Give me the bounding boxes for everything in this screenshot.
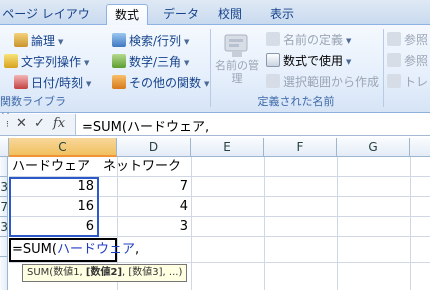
name-manager-icon (222, 31, 252, 59)
cell-edit-text[interactable]: =SUM(ハードウェア, (12, 242, 139, 258)
use-in-formula-icon (266, 53, 280, 67)
math-book-icon (112, 54, 126, 68)
defined-names-group-label: 定義された名前 (257, 95, 335, 108)
referenced-range-highlight (9, 177, 99, 237)
remove-arrows-label: トレ (404, 75, 429, 89)
text-label: 文字列操作 (21, 55, 82, 69)
trace-precedents-icon (387, 32, 401, 46)
ribbon-tab-bar: ページ レイアウト 数式 データ 校閲 表示 (0, 0, 430, 41)
more-functions-label: その他の関数 (129, 76, 202, 90)
more-functions-book-icon (112, 75, 126, 89)
chevron-down-icon: ▼ (346, 58, 352, 66)
column-header-e[interactable]: E (191, 138, 264, 157)
chevron-down-icon: ▼ (58, 38, 64, 46)
tooltip-function: SUM(数値1, (27, 267, 86, 278)
formula-prefix: =SUM( (12, 242, 57, 257)
name-manager-label: 名前の管理 (215, 59, 259, 85)
function-library-group-label: 関数ライブラリ (0, 95, 66, 124)
trace-dependents-icon (387, 53, 401, 67)
cell-d-header[interactable]: ネットワーク (100, 157, 210, 177)
date-book-icon (14, 75, 28, 89)
logic-book-icon (14, 33, 28, 47)
row-header[interactable] (0, 157, 8, 177)
datetime-functions-button[interactable]: 日付/時刻 ▼ (14, 73, 91, 93)
create-from-selection-icon (266, 74, 280, 88)
name-manager-button[interactable]: 名前の管理 (213, 31, 261, 93)
tab-review[interactable]: 校閲 (214, 4, 246, 25)
trace-dependents-label: 参照 (404, 54, 429, 68)
column-headers: C D E F G (0, 138, 430, 157)
chevron-down-icon: ▼ (204, 80, 210, 88)
tab-page-layout[interactable]: ページ レイアウト (0, 4, 92, 41)
use-in-formula-button[interactable]: 数式で使用 ▼ (266, 51, 351, 71)
logical-label: 論理 (31, 34, 56, 48)
text-functions-button[interactable]: 文字列操作 ▼ (4, 52, 89, 72)
insert-function-icon[interactable]: fx (53, 116, 65, 131)
define-name-label: 名前の定義 (283, 33, 344, 47)
tab-view[interactable]: 表示 (266, 4, 298, 25)
tooltip-current-argument: [数値2] (85, 267, 123, 278)
column-header-g[interactable]: G (337, 138, 410, 157)
name-box-dropdown-icon[interactable]: ⁝ (6, 120, 9, 130)
chevron-down-icon: ▼ (86, 80, 92, 88)
lookup-functions-button[interactable]: 検索/行列 ▼ (112, 31, 189, 51)
ribbon-panel: 論理 ▼ 検索/行列 ▼ 文字列操作 ▼ 数学/三角 ▼ 日付/時刻 ▼ その他の関数 ▼ … (0, 25, 430, 124)
row-headers: 3 7 3 (0, 157, 8, 290)
select-all-corner[interactable] (0, 138, 9, 157)
enter-icon[interactable]: ✓ (34, 116, 45, 131)
formula-input[interactable]: =SUM(ハードウェア, (82, 116, 209, 135)
remove-arrows-button[interactable]: トレ (387, 72, 428, 92)
more-functions-button[interactable]: その他の関数 ▼ (112, 73, 209, 93)
formula-suffix: , (134, 242, 140, 257)
remove-arrows-icon (387, 74, 401, 88)
lookup-label: 検索/行列 (129, 34, 182, 48)
row-header[interactable]: 3 (0, 217, 8, 237)
define-name-icon (266, 32, 280, 46)
function-argument-tooltip[interactable]: SUM(数値1, [数値2], [数値3], ...) (22, 264, 188, 282)
row-header[interactable]: 7 (0, 197, 8, 217)
tooltip-rest: , [数値3], ...) (122, 267, 183, 278)
cell-d-value[interactable]: 7 (117, 177, 191, 197)
tab-formulas[interactable]: 数式 (106, 4, 148, 26)
create-from-selection-button[interactable]: 選択範囲から作成 (266, 72, 379, 92)
group-separator (383, 29, 384, 107)
formula-bar: ⁝ ✕ ✓ fx =SUM(ハードウェア, (0, 114, 430, 136)
chevron-down-icon: ▼ (184, 59, 190, 67)
cell-d-value[interactable]: 3 (117, 217, 191, 237)
formula-bar-buttons: ⁝ ✕ ✓ fx (0, 114, 76, 135)
cancel-icon[interactable]: ✕ (16, 116, 27, 131)
define-name-button[interactable]: 名前の定義 ▼ (266, 30, 351, 50)
tab-data[interactable]: データ (160, 4, 202, 25)
lookup-book-icon (112, 33, 126, 47)
column-header-f[interactable]: F (264, 138, 337, 157)
create-from-selection-label: 選択範囲から作成 (283, 75, 380, 89)
column-header-c[interactable]: C (9, 138, 117, 157)
trace-precedents-label: 参照 (404, 33, 429, 47)
logical-functions-button[interactable]: 論理 ▼ (14, 31, 63, 51)
gridline (9, 262, 430, 263)
trace-dependents-button[interactable]: 参照 (387, 51, 428, 71)
cell-d-value[interactable]: 4 (117, 197, 191, 217)
column-header-d[interactable]: D (117, 138, 191, 157)
text-book-icon (4, 54, 18, 68)
row-header[interactable]: 3 (0, 177, 8, 197)
row-header[interactable] (0, 237, 8, 257)
datetime-label: 日付/時刻 (31, 76, 84, 90)
range-name-reference: ハードウェア (56, 242, 135, 257)
group-separator (210, 29, 211, 107)
math-label: 数学/三角 (129, 55, 182, 69)
trace-precedents-button[interactable]: 参照 (387, 30, 428, 50)
chevron-down-icon: ▼ (184, 38, 190, 46)
use-in-formula-label: 数式で使用 (283, 54, 344, 68)
chevron-down-icon: ▼ (84, 59, 90, 67)
math-functions-button[interactable]: 数学/三角 ▼ (112, 52, 189, 72)
chevron-down-icon: ▼ (346, 37, 352, 45)
